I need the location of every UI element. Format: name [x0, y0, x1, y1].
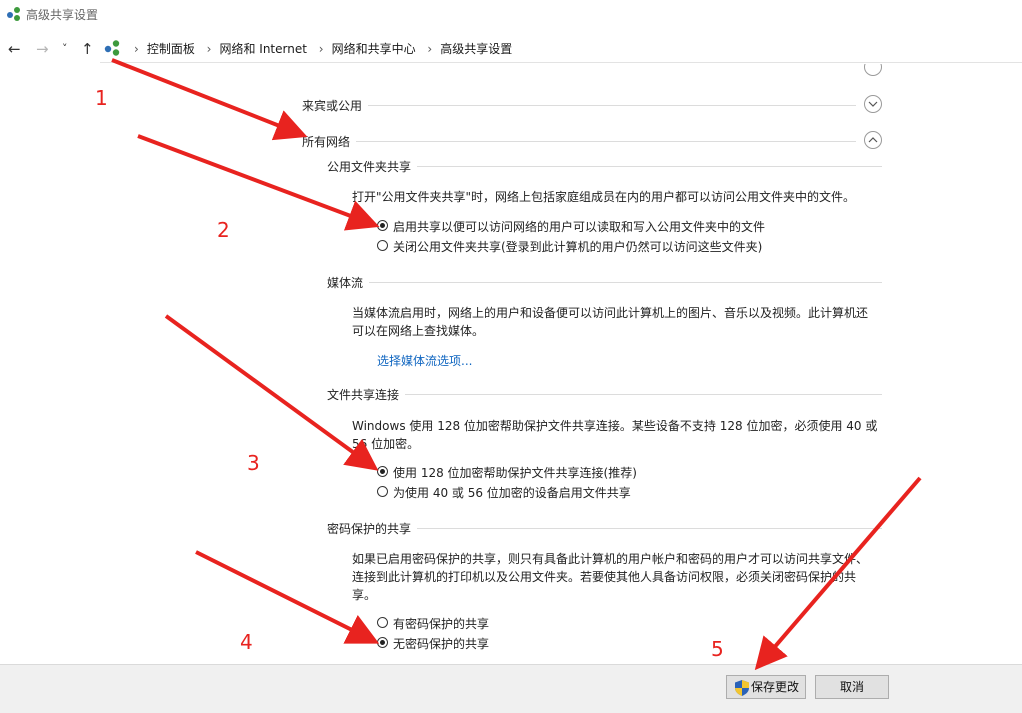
- chevron-right-icon[interactable]: ›: [134, 42, 139, 56]
- file-sharing-description: Windows 使用 128 位加密帮助保护文件共享连接。某些设备不支持 128…: [352, 417, 882, 453]
- save-changes-label: 保存更改: [751, 680, 800, 694]
- window-title: 高级共享设置: [26, 8, 99, 22]
- network-icon: [7, 7, 20, 21]
- public-folder-description: 打开"公用文件夹共享"时，网络上包括家庭组成员在内的用户都可以访问公用文件夹中的…: [352, 190, 856, 204]
- section-guest-public[interactable]: 来宾或公用: [302, 95, 882, 115]
- network-icon: [104, 40, 120, 56]
- media-heading: 媒体流: [327, 274, 370, 291]
- footer-bar: 保存更改 取消: [0, 664, 1022, 713]
- title-bar: 高级共享设置: [0, 0, 1022, 28]
- password-on-label[interactable]: 有密码保护的共享: [393, 615, 489, 632]
- address-bar[interactable]: › 控制面板 › 网络和 Internet › 网络和共享中心 › 高级共享设置: [100, 34, 1022, 63]
- forward-arrow-icon[interactable]: →: [36, 40, 49, 58]
- annotation-number-3: 3: [247, 451, 260, 475]
- section-all-networks[interactable]: 所有网络: [302, 131, 882, 151]
- password-description: 如果已启用密码保护的共享，则只有具备此计算机的用户帐户和密码的用户才可以访问共享…: [352, 550, 882, 604]
- public-folder-off-label[interactable]: 关闭公用文件夹共享(登录到此计算机的用户仍然可以访问这些文件夹): [393, 238, 762, 255]
- breadcrumb-advanced-sharing[interactable]: 高级共享设置: [440, 42, 512, 56]
- chevron-right-icon[interactable]: ›: [319, 42, 324, 56]
- media-description-line-1: 当媒体流启用时，网络上的用户和设备便可以访问此计算机上的图片、音乐以及视频。此计…: [352, 306, 869, 320]
- chevron-right-icon[interactable]: ›: [207, 42, 212, 56]
- media-description-line-2: 可以在网络上查找媒体。: [352, 324, 485, 338]
- password-heading: 密码保护的共享: [327, 520, 418, 537]
- password-heading-row: 密码保护的共享: [327, 520, 882, 537]
- chevron-down-icon[interactable]: [864, 64, 882, 76]
- settings-content: 来宾或公用 所有网络 公用文件夹共享 打开"公用文件夹共享"时，网络上包括家庭组…: [0, 64, 1022, 664]
- encryption-40-56-label[interactable]: 为使用 40 或 56 位加密的设备启用文件共享: [393, 484, 631, 501]
- chevron-up-icon[interactable]: [864, 131, 882, 149]
- password-off-label[interactable]: 无密码保护的共享: [393, 635, 489, 652]
- file-sharing-description-line-2: 56 位加密。: [352, 437, 420, 451]
- annotation-number-2: 2: [217, 218, 230, 242]
- breadcrumb: › 控制面板 › 网络和 Internet › 网络和共享中心 › 高级共享设置: [126, 40, 512, 57]
- file-sharing-heading: 文件共享连接: [327, 386, 406, 403]
- breadcrumb-network-sharing-center[interactable]: 网络和共享中心: [332, 42, 416, 56]
- uac-shield-icon: [735, 680, 749, 696]
- annotation-number-5: 5: [711, 637, 724, 661]
- breadcrumb-control-panel[interactable]: 控制面板: [147, 42, 195, 56]
- public-folder-on-label[interactable]: 启用共享以便可以访问网络的用户可以读取和写入公用文件夹中的文件: [393, 218, 765, 235]
- annotation-number-1: 1: [95, 86, 108, 110]
- up-arrow-icon[interactable]: ↑: [81, 40, 94, 58]
- public-folder-heading-row: 公用文件夹共享: [327, 158, 882, 175]
- save-changes-button[interactable]: 保存更改: [726, 675, 806, 699]
- divider: [327, 282, 882, 283]
- public-folder-heading: 公用文件夹共享: [327, 158, 418, 175]
- recent-locations-chevron-icon[interactable]: ˅: [62, 40, 68, 58]
- password-description-line-3: 享。: [352, 588, 377, 602]
- breadcrumb-network-internet[interactable]: 网络和 Internet: [219, 42, 306, 56]
- radio-selected-icon[interactable]: [377, 466, 388, 477]
- section-guest-public-label: 来宾或公用: [302, 97, 369, 114]
- radio-selected-icon[interactable]: [377, 637, 388, 648]
- radio-unselected-icon[interactable]: [377, 617, 388, 628]
- section-all-networks-label: 所有网络: [302, 133, 357, 150]
- chevron-down-icon[interactable]: [864, 95, 882, 113]
- divider: [327, 394, 882, 395]
- file-sharing-description-line-1: Windows 使用 128 位加密帮助保护文件共享连接。某些设备不支持 128…: [352, 419, 878, 433]
- radio-selected-icon[interactable]: [377, 220, 388, 231]
- divider: [302, 141, 856, 142]
- media-heading-row: 媒体流: [327, 274, 882, 291]
- media-streaming-options-link[interactable]: 选择媒体流选项...: [377, 352, 472, 369]
- radio-unselected-icon[interactable]: [377, 240, 388, 251]
- file-sharing-heading-row: 文件共享连接: [327, 386, 882, 403]
- cancel-button[interactable]: 取消: [815, 675, 889, 699]
- annotation-number-4: 4: [240, 630, 253, 654]
- back-arrow-icon[interactable]: ←: [8, 40, 21, 58]
- password-description-line-2: 连接到此计算机的打印机以及公用文件夹。若要使其他人具备访问权限，必须关闭密码保护…: [352, 570, 857, 584]
- radio-unselected-icon[interactable]: [377, 486, 388, 497]
- divider: [302, 105, 856, 106]
- password-description-line-1: 如果已启用密码保护的共享，则只有具备此计算机的用户帐户和密码的用户才可以访问共享…: [352, 552, 869, 566]
- media-description: 当媒体流启用时，网络上的用户和设备便可以访问此计算机上的图片、音乐以及视频。此计…: [352, 304, 882, 340]
- chevron-right-icon[interactable]: ›: [427, 42, 432, 56]
- encryption-128-label[interactable]: 使用 128 位加密帮助保护文件共享连接(推荐): [393, 464, 637, 481]
